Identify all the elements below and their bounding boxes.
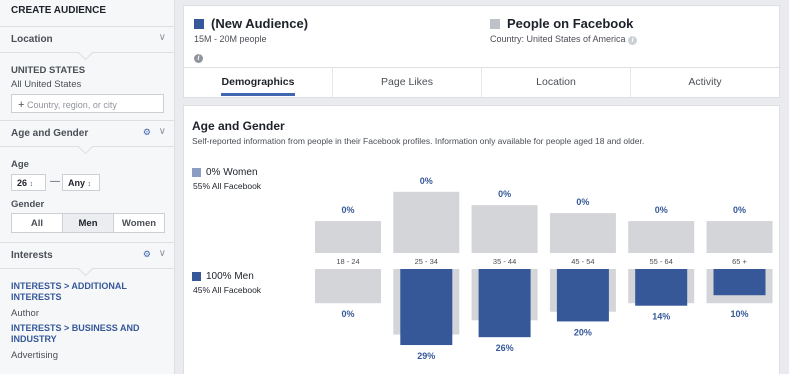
men-bar	[556, 269, 609, 322]
facebook-audience-country-row: Country: United States of America i	[490, 34, 638, 45]
gender-toggle-group: All Men Women	[11, 213, 165, 233]
tab-location[interactable]: Location	[482, 68, 631, 98]
age-gender-card: Age and Gender Self-reported information…	[183, 105, 780, 374]
age-label: Age	[11, 159, 29, 170]
age-category-label: 35 - 44	[493, 257, 516, 266]
age-gender-chart: 0% 18 - 24 0% 0% 25 - 34 29% 0% 35 - 44 26% 0% 45 …	[315, 176, 773, 361]
men-data-label: 10%	[730, 309, 748, 319]
age-category-label: 65 +	[732, 257, 747, 266]
facebook-audience-heading: People on Facebook	[490, 16, 637, 31]
age-gender-section-title: Age and Gender	[11, 128, 89, 139]
facebook-audience-title: People on Facebook	[507, 16, 634, 31]
men-bar	[713, 269, 766, 296]
chevron-down-icon[interactable]: ∨	[159, 32, 166, 43]
women-data-label: 0%	[655, 205, 668, 215]
new-audience-size: 15M - 20M people	[194, 34, 267, 44]
chevron-down-icon[interactable]: ∨	[159, 248, 166, 259]
select-arrows-icon: ↕	[87, 181, 92, 188]
location-search-input[interactable]: + Country, region, or city	[11, 94, 164, 113]
section-notch	[77, 44, 94, 61]
age-min-select[interactable]: 26 ↕	[11, 174, 46, 191]
age-max-value: Any	[68, 178, 86, 188]
tab-activity[interactable]: Activity	[631, 68, 779, 98]
age-gender-section-header[interactable]: Age and Gender ⚙ ∨	[0, 120, 174, 155]
women-baseline-bar	[315, 221, 381, 253]
location-input-placeholder: Country, region, or city	[26, 100, 117, 110]
tab-demographics[interactable]: Demographics	[184, 68, 333, 98]
women-data-label: 0%	[498, 189, 511, 199]
new-audience-title: (New Audience)	[211, 16, 309, 31]
facebook-audience-country: Country: United States of America	[490, 34, 626, 44]
new-audience-heading: (New Audience)	[194, 16, 308, 31]
men-bar	[400, 269, 453, 346]
facebook-audience-swatch	[490, 18, 500, 29]
interests-section-header[interactable]: Interests ⚙ ∨	[0, 242, 174, 277]
interest-path-link[interactable]: INTERESTS > ADDITIONAL INTERESTS	[11, 281, 166, 303]
location-section-title: Location	[11, 34, 53, 45]
location-country-label: UNITED STATES	[11, 65, 86, 76]
women-data-label: 0%	[420, 176, 433, 186]
age-category-label: 55 - 64	[650, 257, 673, 266]
age-category-label: 18 - 24	[336, 257, 359, 266]
men-data-label: 26%	[496, 343, 514, 353]
location-section-header[interactable]: Location ∨	[0, 26, 174, 61]
women-baseline-bar	[706, 221, 773, 253]
age-category-label: 45 - 54	[571, 257, 594, 266]
gear-icon[interactable]: ⚙	[143, 249, 151, 260]
women-data-label: 0%	[576, 197, 589, 207]
men-baseline-bar	[315, 269, 381, 304]
info-icon[interactable]: i	[628, 36, 638, 45]
insights-tabs: Demographics Page Likes Location Activit…	[184, 67, 779, 98]
men-bar	[635, 269, 688, 306]
gender-label: Gender	[11, 199, 45, 210]
age-max-select[interactable]: Any ↕	[62, 174, 100, 191]
men-bar	[478, 269, 531, 338]
plus-icon: +	[18, 99, 25, 111]
men-data-label: 29%	[417, 351, 435, 361]
women-baseline-bar	[471, 205, 538, 253]
new-audience-swatch	[194, 18, 204, 29]
location-country-value: All United States	[11, 79, 82, 90]
section-notch	[77, 138, 94, 155]
interest-value: Advertising	[11, 350, 58, 361]
select-arrows-icon: ↕	[29, 181, 34, 188]
sidebar: CREATE AUDIENCE Location ∨ UNITED STATES…	[0, 0, 175, 374]
age-min-value: 26	[17, 178, 28, 188]
women-baseline-bar	[628, 221, 695, 253]
men-data-label: 20%	[574, 327, 592, 337]
interests-section-title: Interests	[11, 250, 53, 261]
facebook-audience-block: People on Facebook Country: United State…	[490, 16, 638, 45]
men-data-label: 0%	[341, 309, 354, 319]
interest-value: Author	[11, 308, 39, 319]
women-data-label: 0%	[341, 205, 354, 215]
create-audience-header: CREATE AUDIENCE	[11, 5, 107, 16]
gear-icon[interactable]: ⚙	[143, 127, 151, 138]
women-data-label: 0%	[733, 205, 746, 215]
new-audience-block: (New Audience) 15M - 20M people i	[194, 16, 308, 65]
women-baseline-bar	[393, 191, 460, 253]
info-icon[interactable]: i	[194, 54, 203, 63]
age-range-dash: —	[50, 176, 60, 187]
gender-women-button[interactable]: Women	[114, 214, 164, 232]
interest-path-link[interactable]: INTERESTS > BUSINESS AND INDUSTRY	[11, 323, 166, 345]
tab-page-likes[interactable]: Page Likes	[333, 68, 482, 98]
gender-all-button[interactable]: All	[12, 214, 63, 232]
chevron-down-icon[interactable]: ∨	[159, 126, 166, 137]
women-baseline-bar	[549, 213, 616, 253]
audience-summary-card: (New Audience) 15M - 20M people i People…	[183, 5, 780, 98]
men-data-label: 14%	[652, 312, 670, 322]
age-category-label: 25 - 34	[415, 257, 438, 266]
section-notch	[77, 260, 94, 277]
gender-men-button[interactable]: Men	[63, 214, 114, 232]
